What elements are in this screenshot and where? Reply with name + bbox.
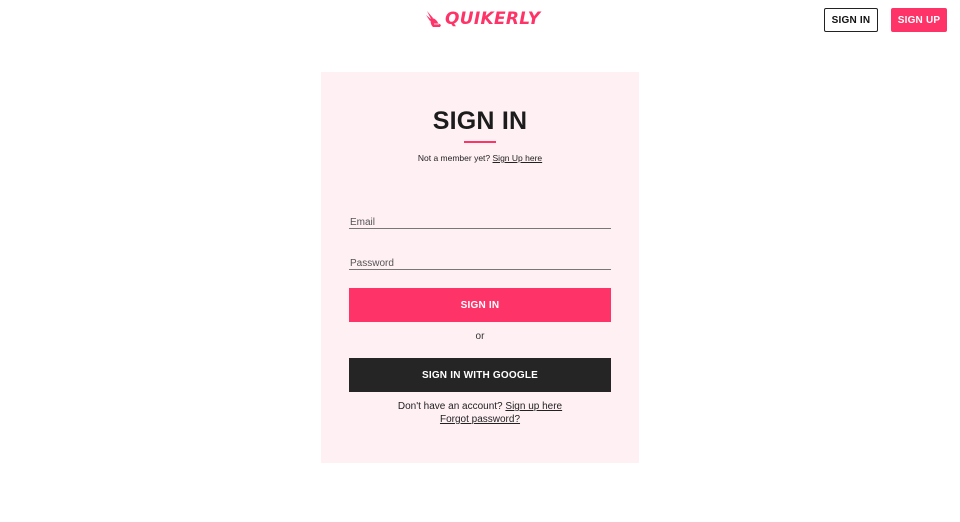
no-account-prompt: Don't have an account? Sign up here: [321, 401, 639, 412]
email-field-wrapper: [349, 212, 611, 231]
password-field-wrapper: [349, 253, 611, 272]
signup-link[interactable]: Sign Up here: [493, 153, 543, 163]
email-field[interactable]: [349, 214, 611, 231]
forgot-password-link[interactable]: Forgot password?: [440, 414, 520, 425]
sign-in-card: SIGN IN Not a member yet? Sign Up here S…: [321, 72, 639, 463]
forgot-password-row: Forgot password?: [321, 414, 639, 425]
top-nav: QUIKERLY SIGN IN SIGN UP: [0, 0, 960, 40]
logo-text: QUIKERLY: [445, 9, 541, 29]
sign-in-button[interactable]: SIGN IN: [349, 288, 611, 322]
title-underline: [464, 141, 496, 143]
nav-sign-in-button[interactable]: SIGN IN: [824, 8, 878, 32]
sign-up-here-link[interactable]: Sign up here: [505, 401, 562, 412]
no-account-text: Don't have an account?: [397, 401, 503, 412]
winged-shoe-icon: [425, 9, 443, 29]
sign-in-with-google-button[interactable]: SIGN IN WITH GOOGLE: [349, 358, 611, 392]
signup-prompt-text: Not a member yet?: [417, 153, 491, 163]
signup-prompt: Not a member yet? Sign Up here: [321, 153, 639, 163]
page-title: SIGN IN: [432, 107, 528, 135]
or-divider: or: [475, 331, 485, 342]
page: QUIKERLY SIGN IN SIGN UP SIGN IN Not a m…: [0, 0, 960, 522]
nav-sign-up-button[interactable]: SIGN UP: [891, 8, 947, 32]
logo[interactable]: QUIKERLY: [425, 9, 540, 29]
password-field[interactable]: [349, 255, 611, 272]
